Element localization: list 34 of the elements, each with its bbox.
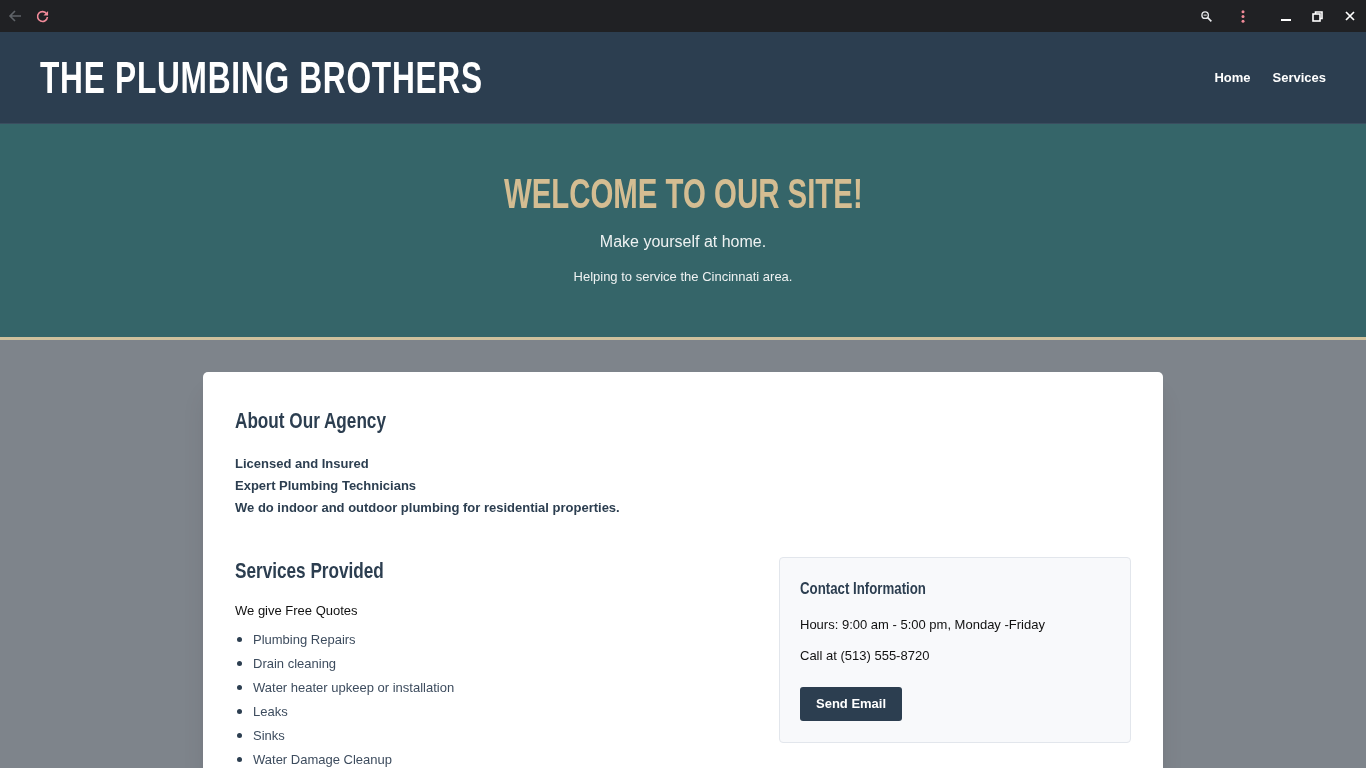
- bullet-icon: [237, 757, 242, 762]
- back-arrow-icon[interactable]: [8, 9, 22, 23]
- service-item: Leaks: [253, 703, 288, 720]
- contact-heading: Contact Information: [800, 578, 926, 600]
- service-item: Water Damage Cleanup: [253, 751, 392, 768]
- close-icon[interactable]: [1345, 11, 1355, 21]
- contact-line: Hours: 9:00 am - 5:00 pm, Monday -Friday: [800, 617, 1045, 633]
- contact-line: Call at (513) 555-8720: [800, 648, 930, 664]
- site-logo[interactable]: THE PLUMBING BROTHERS: [40, 44, 483, 111]
- section-heading: Services Provided: [235, 557, 384, 585]
- kebab-menu-icon[interactable]: [1241, 9, 1245, 23]
- nav-link[interactable]: Services: [1272, 67, 1326, 88]
- bullet-icon: [237, 709, 242, 714]
- bullet-icon: [237, 685, 242, 690]
- hero-subtitle: Make yourself at home.: [599, 232, 767, 252]
- bullet-icon: [237, 661, 242, 666]
- services-intro: We give Free Quotes: [235, 602, 358, 620]
- service-item: Plumbing Repairs: [253, 631, 356, 648]
- about-line: Licensed and Insured: [235, 455, 369, 472]
- service-item: Water heater upkeep or installation: [253, 679, 455, 696]
- about-line: We do indoor and outdoor plumbing for residential properties.: [235, 499, 620, 516]
- bullet-icon: [237, 637, 242, 642]
- restore-icon[interactable]: [1312, 10, 1323, 22]
- zoom-icon[interactable]: [1201, 10, 1212, 22]
- about-line: Expert Plumbing Technicians: [235, 477, 417, 494]
- send-email-button[interactable]: Send Email: [800, 687, 903, 721]
- section-heading: About Our Agency: [235, 407, 386, 435]
- reload-icon[interactable]: [36, 9, 49, 23]
- hero-title: WELCOME TO OUR SITE!: [503, 170, 863, 218]
- service-item: Sinks: [253, 727, 285, 744]
- hero-tagline: Helping to service the Cincinnati area.: [573, 268, 793, 286]
- nav-link[interactable]: Home: [1214, 67, 1251, 88]
- service-item: Drain cleaning: [253, 655, 337, 672]
- bullet-icon: [237, 733, 242, 738]
